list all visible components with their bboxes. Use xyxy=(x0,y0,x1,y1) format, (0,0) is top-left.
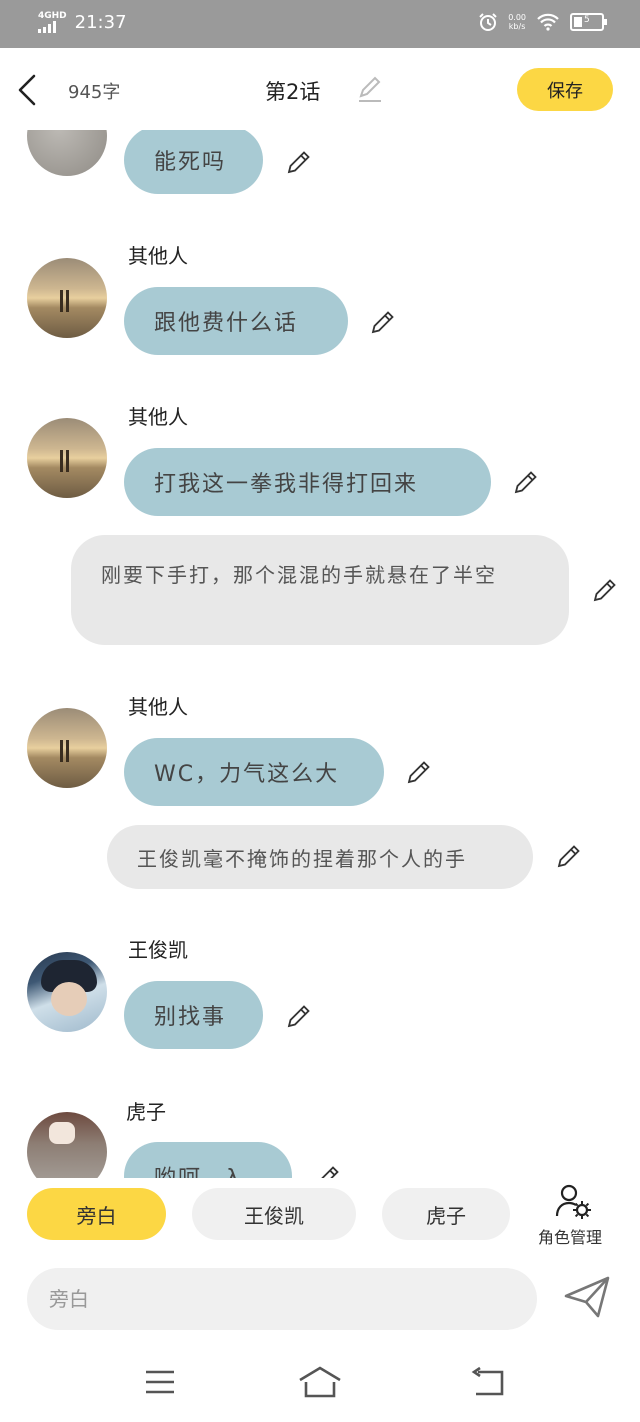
network-type: 4GHD xyxy=(38,11,67,21)
battery-level: 5 xyxy=(584,15,590,25)
narration-bubble[interactable]: 王俊凯毫不掩饰的捏着那个人的手 xyxy=(107,825,533,889)
return-icon[interactable] xyxy=(468,1364,508,1400)
role-manage-label: 角色管理 xyxy=(538,1228,603,1247)
edit-pencil-icon[interactable] xyxy=(405,758,433,786)
user-gear-icon xyxy=(555,1184,591,1219)
system-nav-bar xyxy=(0,1346,640,1422)
avatar[interactable] xyxy=(27,708,107,788)
dialogue-bubble[interactable]: 打我这一拳我非得打回来 xyxy=(124,448,491,516)
speaker-name: 其他人 xyxy=(128,405,188,429)
character-selector: 旁白 王俊凯 虎子 角色管理 xyxy=(0,1178,640,1256)
role-manage-button[interactable]: 角色管理 xyxy=(534,1182,618,1248)
dialogue-bubble[interactable]: 哟呵，λ xyxy=(124,1142,292,1178)
avatar[interactable] xyxy=(27,1112,107,1178)
signal-bars-icon xyxy=(38,21,67,33)
edit-pencil-icon[interactable] xyxy=(285,148,313,176)
editor-header: 945字 第2话 保存 xyxy=(0,48,640,130)
character-chip-narrator[interactable]: 旁白 xyxy=(27,1188,166,1240)
speaker-name: 虎子 xyxy=(126,1100,166,1124)
edit-pencil-icon[interactable] xyxy=(314,1163,342,1178)
signal-indicator: 4GHD xyxy=(38,12,67,33)
dialogue-bubble[interactable]: WC，力气这么大 xyxy=(124,738,384,806)
alarm-clock-icon xyxy=(479,13,497,31)
dialogue-bubble[interactable]: 能死吗 xyxy=(124,130,263,194)
character-chip-huzi[interactable]: 虎子 xyxy=(382,1188,510,1240)
edit-title-pencil-icon[interactable] xyxy=(356,74,384,104)
status-left: 4GHD 21:37 xyxy=(38,12,127,33)
avatar[interactable] xyxy=(27,130,107,176)
narration-bubble[interactable]: 刚要下手打，那个混混的手就悬在了半空 xyxy=(71,535,569,645)
message-input[interactable] xyxy=(27,1268,537,1330)
wifi-icon xyxy=(537,13,559,31)
network-speed: 0.00 kb/s xyxy=(508,13,526,31)
network-speed-unit: kb/s xyxy=(508,22,526,31)
word-count: 945字 xyxy=(68,82,121,103)
edit-pencil-icon[interactable] xyxy=(285,1002,313,1030)
status-right: 0.00 kb/s 5 xyxy=(478,12,607,32)
speaker-name: 其他人 xyxy=(128,695,188,719)
chat-list[interactable]: 能死吗 其他人 跟他费什么话 其他人 打我这一拳我非得打回来 刚要下手打，那个混… xyxy=(0,130,640,1178)
avatar[interactable] xyxy=(27,952,107,1032)
home-icon[interactable] xyxy=(296,1364,344,1400)
edit-pencil-icon[interactable] xyxy=(555,842,583,870)
episode-title: 第2话 xyxy=(265,80,321,104)
network-speed-value: 0.00 xyxy=(508,13,526,22)
message-input-bar xyxy=(0,1256,640,1346)
battery-icon: 5 xyxy=(570,13,607,31)
edit-pencil-icon[interactable] xyxy=(512,468,540,496)
character-chip-wangjunkai[interactable]: 王俊凯 xyxy=(192,1188,356,1240)
speaker-name: 王俊凯 xyxy=(128,938,188,962)
menu-icon[interactable] xyxy=(140,1364,180,1400)
back-chevron-icon[interactable] xyxy=(14,72,42,108)
avatar[interactable] xyxy=(27,418,107,498)
dialogue-bubble[interactable]: 跟他费什么话 xyxy=(124,287,348,355)
edit-pencil-icon[interactable] xyxy=(591,576,619,604)
speaker-name: 其他人 xyxy=(128,244,188,268)
dialogue-bubble[interactable]: 别找事 xyxy=(124,981,263,1049)
send-paper-plane-icon[interactable] xyxy=(562,1274,612,1320)
status-bar: 4GHD 21:37 0.00 kb/s 5 xyxy=(0,0,640,48)
avatar[interactable] xyxy=(27,258,107,338)
clock-time: 21:37 xyxy=(74,12,127,33)
save-button[interactable]: 保存 xyxy=(517,68,613,111)
edit-pencil-icon[interactable] xyxy=(369,308,397,336)
